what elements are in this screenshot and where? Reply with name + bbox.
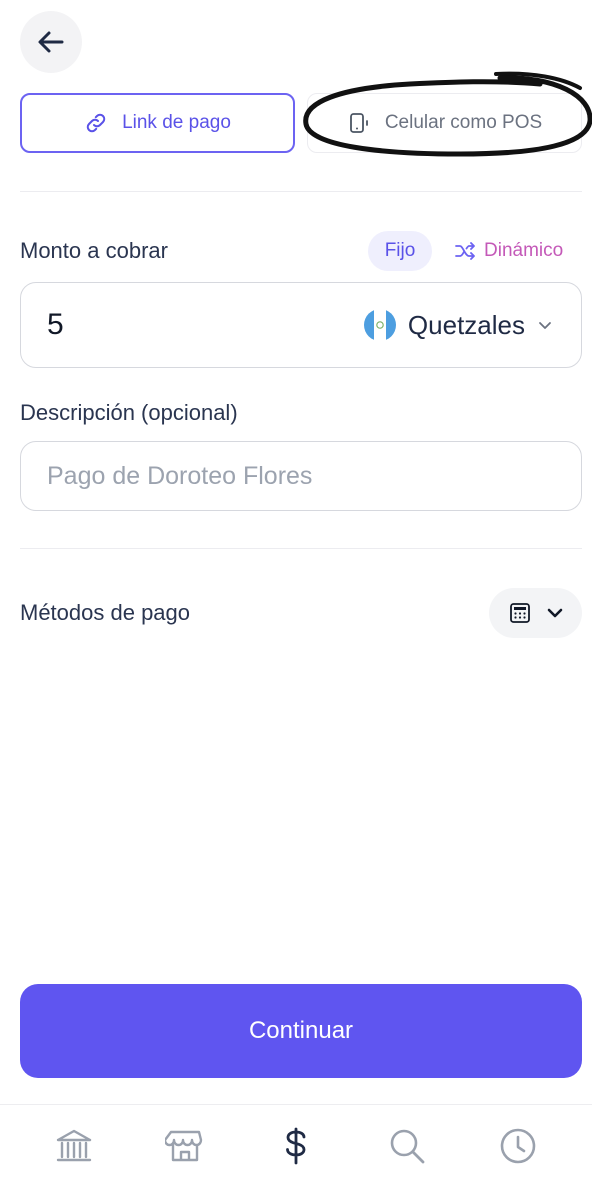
link-de-pago-label: Link de pago <box>122 112 231 133</box>
fijo-label: Fijo <box>384 240 416 261</box>
amount-field: Quetzales <box>20 282 582 368</box>
currency-selector[interactable]: Quetzales <box>363 283 553 367</box>
link-de-pago-button[interactable]: Link de pago <box>20 93 295 153</box>
calculator-icon <box>509 603 530 623</box>
fijo-toggle[interactable]: Fijo <box>368 231 432 271</box>
description-label: Descripción (opcional) <box>20 400 238 425</box>
tab-history[interactable] <box>488 1116 548 1176</box>
link-icon <box>86 113 106 133</box>
amount-label: Monto a cobrar <box>20 238 168 263</box>
search-icon <box>390 1129 425 1163</box>
back-button[interactable] <box>20 11 82 73</box>
arrow-left-icon <box>38 31 64 53</box>
chevron-down-icon <box>539 322 551 329</box>
divider <box>20 548 582 549</box>
continue-label: Continuar <box>248 1017 354 1044</box>
dinamico-toggle[interactable]: Dinámico <box>454 231 563 271</box>
bottom-tab-bar <box>0 1104 592 1186</box>
amount-input[interactable] <box>47 305 247 345</box>
phone-icon <box>349 113 368 133</box>
currency-name: Quetzales <box>407 309 525 340</box>
payment-methods-label: Métodos de pago <box>20 600 191 625</box>
bank-icon <box>56 1129 91 1161</box>
guatemala-flag-icon <box>363 309 396 341</box>
continue-button[interactable]: Continuar <box>20 984 582 1078</box>
celular-como-pos-button[interactable]: Celular como POS <box>307 93 582 153</box>
clock-icon <box>501 1128 536 1163</box>
description-input[interactable] <box>20 441 582 511</box>
dinamico-label: Dinámico <box>484 240 564 261</box>
celular-como-pos-label: Celular como POS <box>384 112 543 133</box>
tab-store[interactable] <box>155 1116 215 1176</box>
chevron-down-icon <box>547 608 562 618</box>
dollar-icon <box>286 1127 306 1164</box>
store-icon <box>164 1130 202 1161</box>
tab-search[interactable] <box>377 1116 437 1176</box>
shuffle-icon <box>455 242 475 260</box>
payment-methods-toggle[interactable] <box>489 588 582 638</box>
tab-payments[interactable] <box>266 1116 326 1176</box>
divider <box>20 191 582 192</box>
tab-bank[interactable] <box>44 1116 104 1176</box>
